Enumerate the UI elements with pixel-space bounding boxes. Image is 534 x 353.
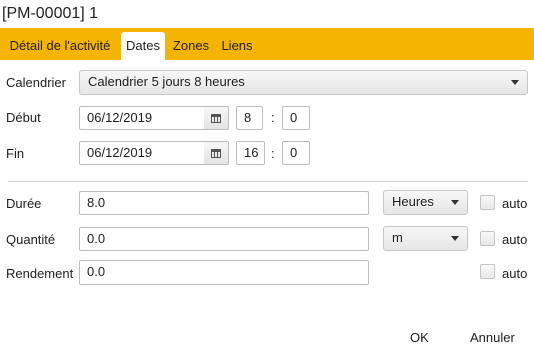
duree-auto-checkbox[interactable] <box>480 195 495 210</box>
debut-minute-input[interactable]: 0 <box>282 106 310 130</box>
rendement-label: Rendement <box>6 266 74 281</box>
debut-date-input[interactable]: 06/12/2019 <box>79 106 205 130</box>
fin-time-separator: : <box>271 146 275 161</box>
rendement-auto-label: auto <box>502 266 528 281</box>
rendement-auto-checkbox[interactable] <box>480 264 495 279</box>
debut-hour-input[interactable]: 8 <box>236 106 263 130</box>
tab-dates[interactable]: Dates <box>121 32 165 60</box>
fin-minute-input[interactable]: 0 <box>282 141 310 165</box>
debut-date-picker-button[interactable] <box>204 106 229 130</box>
calendar-icon <box>211 149 221 158</box>
chevron-down-icon <box>451 200 459 205</box>
section-divider <box>8 181 528 182</box>
quantite-auto-label: auto <box>502 232 528 247</box>
tab-liens[interactable]: Liens <box>219 32 255 60</box>
duree-unit-value: Heures <box>392 194 434 209</box>
chevron-down-icon <box>511 80 519 85</box>
duree-auto-label: auto <box>502 196 528 211</box>
chevron-down-icon <box>451 236 459 241</box>
rendement-input[interactable]: 0.0 <box>79 260 369 285</box>
ok-button[interactable]: OK <box>410 330 429 345</box>
window-title: [PM-00001] 1 <box>0 0 534 28</box>
duree-label: Durée <box>6 196 42 211</box>
calendrier-value: Calendrier 5 jours 8 heures <box>88 74 245 89</box>
calendar-icon <box>211 114 221 123</box>
duree-unit-select[interactable]: Heures <box>383 190 468 215</box>
fin-date-picker-button[interactable] <box>204 141 229 165</box>
quantite-unit-select[interactable]: m <box>383 226 468 251</box>
fin-hour-input[interactable]: 16 <box>236 141 265 165</box>
debut-label: Début <box>6 110 41 125</box>
tab-detail-activite[interactable]: Détail de l'activité <box>6 32 114 60</box>
fin-date-input[interactable]: 06/12/2019 <box>79 141 205 165</box>
tab-bar: Détail de l'activité Dates Zones Liens <box>0 28 534 60</box>
duree-input[interactable]: 8.0 <box>79 191 369 215</box>
fin-label: Fin <box>6 146 25 161</box>
quantite-input[interactable]: 0.0 <box>79 227 369 251</box>
quantite-label: Quantité <box>6 232 56 247</box>
calendrier-select[interactable]: Calendrier 5 jours 8 heures <box>79 70 528 95</box>
calendrier-label: Calendrier <box>6 75 66 90</box>
cancel-button[interactable]: Annuler <box>470 330 515 345</box>
tab-zones[interactable]: Zones <box>171 32 211 60</box>
quantite-unit-value: m <box>392 230 403 245</box>
quantite-auto-checkbox[interactable] <box>480 231 495 246</box>
debut-time-separator: : <box>271 110 275 125</box>
